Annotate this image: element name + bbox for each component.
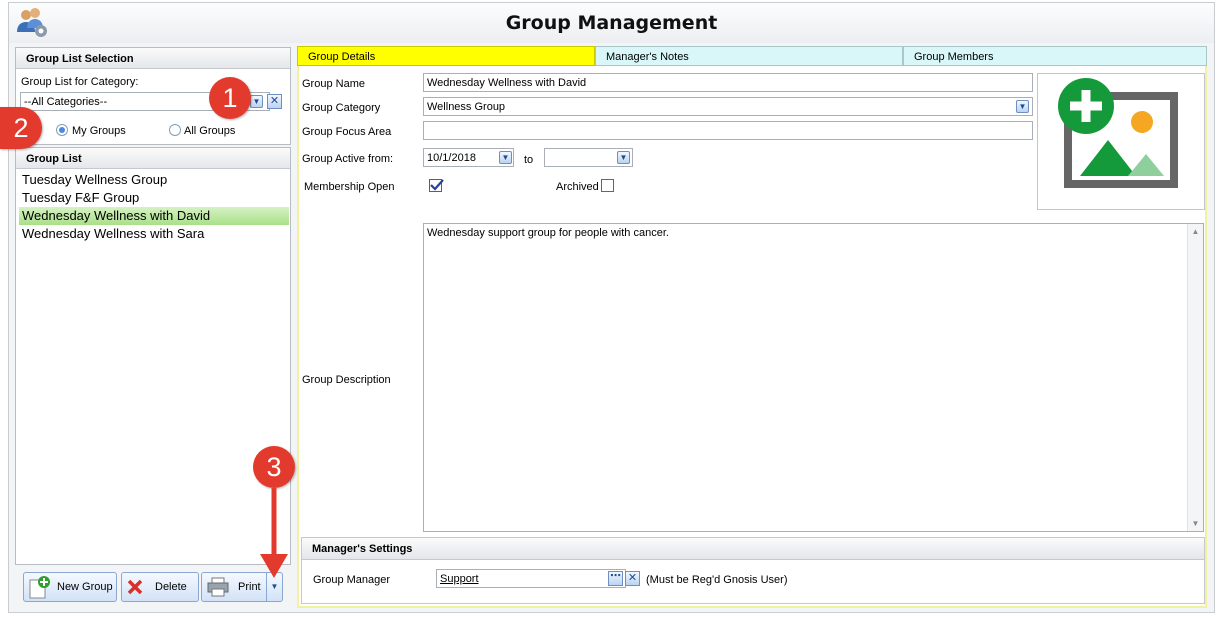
active-to-dropdown-button[interactable]: ▼ bbox=[617, 151, 630, 164]
group-manager-label: Group Manager bbox=[313, 574, 391, 586]
tab-group-details-label: Group Details bbox=[308, 51, 376, 63]
group-list-item[interactable]: Wednesday Wellness with David bbox=[19, 207, 289, 225]
managers-settings-panel: Manager's Settings Group Manager Support… bbox=[301, 537, 1205, 604]
group-description-label: Group Description bbox=[302, 374, 391, 386]
group-list-item[interactable]: Tuesday Wellness Group bbox=[19, 171, 289, 189]
delete-button[interactable]: Delete bbox=[121, 572, 199, 602]
group-list-item[interactable]: Tuesday F&F Group bbox=[19, 189, 289, 207]
group-category-dropdown-button[interactable]: ▼ bbox=[1016, 100, 1029, 113]
membership-open-checkbox[interactable] bbox=[429, 179, 444, 192]
to-label: to bbox=[524, 154, 534, 166]
page-title: Group Management bbox=[505, 12, 718, 34]
group-manager-value: Support bbox=[440, 573, 479, 585]
group-name-label: Group Name bbox=[302, 78, 365, 90]
group-focus-label: Group Focus Area bbox=[302, 126, 392, 138]
group-image-frame[interactable] bbox=[1037, 73, 1205, 210]
archived-checkbox[interactable] bbox=[601, 179, 614, 192]
callout-badge-1: 1 bbox=[209, 77, 251, 119]
group-list-header: Group List bbox=[16, 148, 290, 169]
group-name-value: Wednesday Wellness with David bbox=[427, 77, 587, 89]
new-group-button[interactable]: New Group bbox=[23, 572, 117, 602]
group-name-field[interactable]: Wednesday Wellness with David bbox=[423, 73, 1033, 92]
group-list-selection-header: Group List Selection bbox=[16, 48, 290, 69]
group-manager-clear-button[interactable]: ✕ bbox=[625, 571, 640, 586]
group-active-label: Group Active from: bbox=[302, 153, 394, 165]
group-details-panel: Group Name Wednesday Wellness with David… bbox=[297, 66, 1207, 608]
group-category-value: Wellness Group bbox=[427, 101, 506, 113]
my-groups-radio[interactable] bbox=[56, 124, 68, 136]
group-category-select[interactable]: Wellness Group bbox=[423, 97, 1033, 116]
group-description-value: Wednesday support group for people with … bbox=[427, 227, 669, 239]
delete-label: Delete bbox=[155, 581, 187, 593]
my-groups-label: My Groups bbox=[72, 125, 126, 137]
delete-x-icon bbox=[127, 579, 143, 595]
clear-category-button[interactable]: ✕ bbox=[267, 94, 282, 109]
title-bar: Group Management bbox=[9, 3, 1214, 43]
active-from-dropdown-button[interactable]: ▼ bbox=[499, 151, 512, 164]
group-category-label: Group Category bbox=[302, 102, 381, 114]
group-management-window: Group Management Group List Selection Gr… bbox=[8, 2, 1215, 613]
group-description-textarea[interactable]: Wednesday support group for people with … bbox=[423, 223, 1204, 532]
archived-label: Archived bbox=[556, 181, 599, 193]
active-from-value: 10/1/2018 bbox=[427, 152, 476, 164]
tab-group-members[interactable]: Group Members bbox=[903, 46, 1207, 66]
callout-badge-2: 2 bbox=[0, 107, 42, 149]
category-value: --All Categories-- bbox=[24, 96, 108, 108]
group-list-item[interactable]: Wednesday Wellness with Sara bbox=[19, 225, 289, 243]
new-document-icon bbox=[29, 576, 50, 599]
tab-managers-notes[interactable]: Manager's Notes bbox=[595, 46, 903, 66]
add-image-icon[interactable] bbox=[1038, 74, 1204, 209]
tab-group-members-label: Group Members bbox=[914, 51, 994, 63]
group-focus-field[interactable] bbox=[423, 121, 1033, 140]
new-group-label: New Group bbox=[57, 581, 113, 593]
all-groups-label: All Groups bbox=[184, 125, 236, 137]
tab-group-details[interactable]: Group Details bbox=[297, 46, 595, 66]
category-label: Group List for Category: bbox=[21, 76, 139, 88]
description-scrollbar[interactable]: ▲ ▼ bbox=[1187, 224, 1203, 531]
category-dropdown-button[interactable]: ▼ bbox=[250, 95, 263, 108]
group-manager-field[interactable]: Support bbox=[436, 569, 626, 588]
managers-settings-header: Manager's Settings bbox=[302, 538, 1204, 560]
callout-badge-3: 3 bbox=[253, 446, 295, 488]
scroll-down-arrow-icon[interactable]: ▼ bbox=[1188, 516, 1203, 531]
group-manager-note: (Must be Reg'd Gnosis User) bbox=[646, 574, 788, 586]
scroll-up-arrow-icon[interactable]: ▲ bbox=[1188, 224, 1203, 239]
all-groups-radio[interactable] bbox=[169, 124, 181, 136]
tab-managers-notes-label: Manager's Notes bbox=[606, 51, 689, 63]
group-manager-lookup-button[interactable]: ⋯ bbox=[608, 571, 623, 586]
group-list-panel: Group List Tuesday Wellness Group Tuesday… bbox=[15, 147, 291, 565]
membership-open-label: Membership Open bbox=[304, 181, 395, 193]
checkmark-icon bbox=[430, 179, 444, 191]
callout-arrow-icon bbox=[260, 488, 288, 578]
printer-icon bbox=[207, 577, 229, 597]
